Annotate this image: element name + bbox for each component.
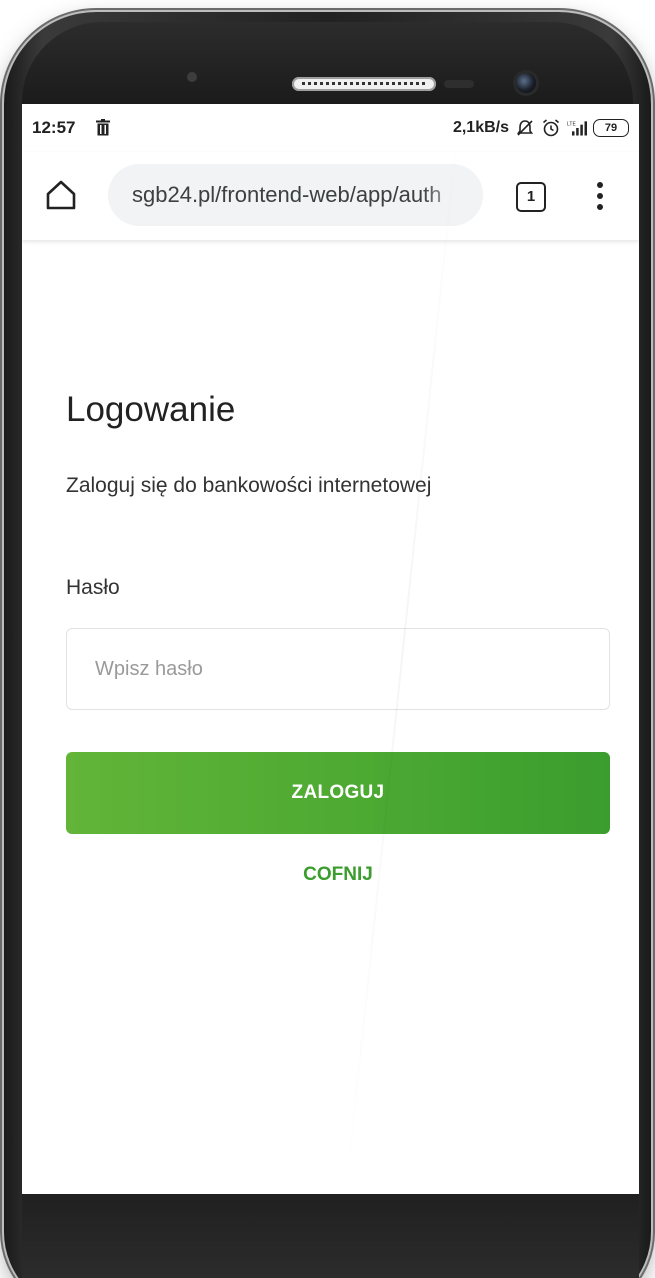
proximity-sensor [444,80,474,88]
back-link[interactable]: COFNIJ [66,864,610,886]
battery-indicator: 79 [593,119,629,137]
earpiece-speaker [292,77,436,91]
login-button[interactable]: ZALOGUJ [66,752,610,834]
tab-switcher-button[interactable]: 1 [516,182,546,212]
status-bar: 12:57 2,1kB/s LTE 79 [22,104,639,152]
front-sensor [187,72,197,82]
home-icon[interactable] [44,178,78,212]
trash-icon [96,119,110,136]
status-time: 12:57 [32,118,76,137]
password-label: Hasło [66,576,120,599]
phone-bottom-bezel [22,1194,639,1278]
status-right-icons: 2,1kB/s LTE 79 [453,116,629,140]
url-text: sgb24.pl/frontend-web/app/auth [132,182,442,207]
notifications-off-icon [516,120,534,136]
lte-label: LTE [567,122,576,128]
more-vert-icon[interactable] [592,178,608,214]
address-bar[interactable]: sgb24.pl/frontend-web/app/auth [108,164,483,226]
url-fade [423,164,483,226]
lte-signal-icon: LTE [567,121,587,136]
alarm-clock-icon [542,119,560,137]
browser-toolbar: sgb24.pl/frontend-web/app/auth 1 [22,152,639,240]
page-subtitle: Zaloguj się do bankowości internetowej [66,474,432,497]
password-input[interactable] [66,628,610,710]
front-camera [516,73,536,93]
phone-mockup-stage: 12:57 2,1kB/s LTE 79 sgb24.pl/frontend-w… [0,0,655,1278]
page-title: Logowanie [66,390,236,429]
network-speed: 2,1kB/s [452,119,509,136]
phone-screen: 12:57 2,1kB/s LTE 79 sgb24.pl/frontend-w… [22,104,639,1194]
